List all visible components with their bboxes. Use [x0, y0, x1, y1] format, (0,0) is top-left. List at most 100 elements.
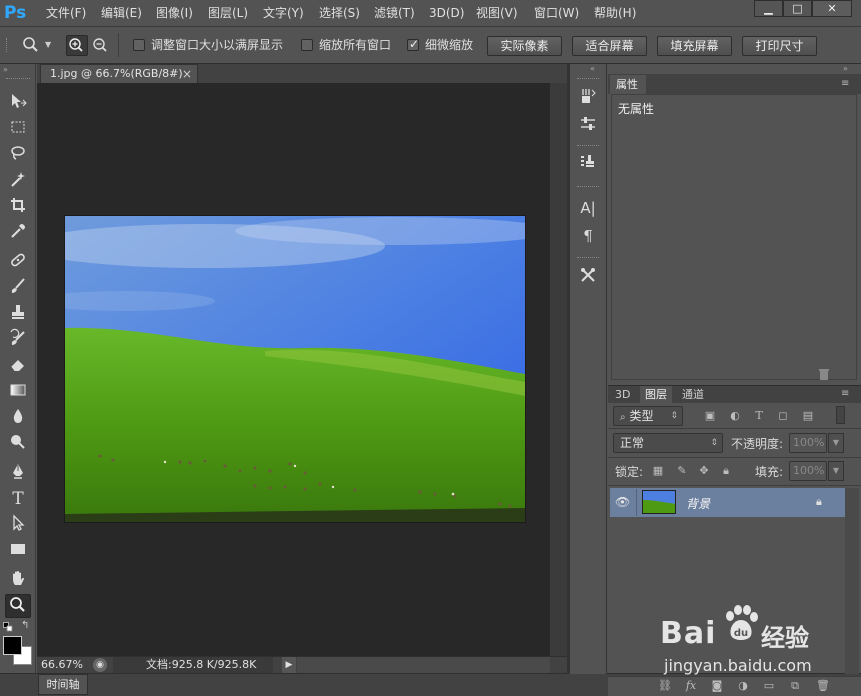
- document-tab[interactable]: 1.jpg @ 66.7%(RGB/8#) ×: [40, 64, 198, 83]
- status-share-icon[interactable]: ◉: [93, 658, 107, 672]
- menu-file[interactable]: 文件(F): [46, 4, 86, 23]
- zoom-in-icon[interactable]: [66, 35, 88, 56]
- history-brush-tool-icon[interactable]: [5, 328, 31, 352]
- zoom-tool-preset-icon[interactable]: [20, 35, 42, 55]
- link-layers-icon[interactable]: ⛓︎: [658, 679, 672, 693]
- marquee-tool-icon[interactable]: [5, 117, 31, 141]
- filter-adjustment-icon[interactable]: ◐: [728, 409, 742, 423]
- healing-brush-tool-icon[interactable]: [5, 250, 31, 274]
- collapse-panels-icon[interactable]: »: [843, 64, 859, 73]
- eraser-tool-icon[interactable]: [5, 354, 31, 378]
- type-tool-icon[interactable]: T: [5, 487, 31, 511]
- fill-screen-button[interactable]: 填充屏幕: [657, 36, 732, 56]
- magic-wand-tool-icon[interactable]: [5, 169, 31, 193]
- menu-layer[interactable]: 图层(L): [208, 4, 248, 23]
- swap-colors-icon[interactable]: ↰: [21, 620, 33, 632]
- add-mask-icon[interactable]: ◙: [710, 679, 724, 693]
- tab-3d[interactable]: 3D: [610, 386, 635, 403]
- collapse-dock-icon[interactable]: «: [590, 64, 606, 73]
- fit-screen-button[interactable]: 适合屏幕: [572, 36, 647, 56]
- menu-image[interactable]: 图像(I): [156, 4, 193, 23]
- collapse-toolbox-icon[interactable]: »: [3, 66, 33, 74]
- adjustments-panel-icon[interactable]: [574, 114, 602, 138]
- status-menu-arrow-icon[interactable]: ▶: [282, 657, 296, 673]
- menu-help[interactable]: 帮助(H): [594, 4, 636, 23]
- maximize-button[interactable]: □: [783, 0, 812, 17]
- timeline-tab[interactable]: 时间轴: [38, 674, 88, 695]
- close-tab-icon[interactable]: ×: [182, 65, 192, 83]
- eyedropper-tool-icon[interactable]: [5, 221, 31, 245]
- visibility-eye-icon[interactable]: 👁︎: [615, 495, 633, 509]
- menu-3d[interactable]: 3D(D): [429, 4, 464, 23]
- menu-select[interactable]: 选择(S): [319, 4, 360, 23]
- gradient-tool-icon[interactable]: [5, 380, 31, 404]
- scrubby-zoom-checkbox[interactable]: ✓: [407, 37, 419, 51]
- vertical-scrollbar[interactable]: [550, 83, 567, 656]
- minimize-button[interactable]: ▁: [754, 0, 783, 17]
- close-button[interactable]: ✕: [812, 0, 852, 17]
- lock-all-icon[interactable]: 🔒︎: [719, 464, 733, 478]
- filter-pixel-icon[interactable]: ▣: [703, 409, 717, 423]
- delete-layer-trash-icon[interactable]: 🗑︎: [816, 679, 830, 693]
- preset-dropdown-icon[interactable]: ▼: [45, 41, 53, 49]
- pen-tool-icon[interactable]: [5, 461, 31, 485]
- no-properties-label: 无属性: [618, 102, 655, 116]
- new-group-folder-icon[interactable]: ▭: [762, 679, 776, 693]
- path-selection-tool-icon[interactable]: [5, 513, 31, 537]
- fill-dropdown-icon[interactable]: ▼: [828, 461, 844, 481]
- menu-edit[interactable]: 编辑(E): [101, 4, 142, 23]
- menu-filter[interactable]: 滤镜(T): [374, 4, 415, 23]
- move-tool-icon[interactable]: [5, 91, 31, 115]
- foreground-color-swatch[interactable]: [3, 636, 22, 655]
- layer-filter-select[interactable]: ⌕ 类型 ⇕: [613, 406, 683, 426]
- actual-pixels-button[interactable]: 实际像素: [487, 36, 562, 56]
- menu-window[interactable]: 窗口(W): [534, 4, 579, 23]
- resize-windows-checkbox[interactable]: [133, 39, 145, 51]
- filter-smart-object-icon[interactable]: ▤: [801, 409, 815, 423]
- properties-trash-icon[interactable]: [817, 367, 831, 381]
- layer-style-fx-icon[interactable]: fx: [684, 679, 698, 693]
- filter-shape-icon[interactable]: ◻: [776, 409, 790, 423]
- properties-tab[interactable]: 属性: [610, 75, 646, 94]
- clone-source-panel-icon[interactable]: [574, 152, 602, 176]
- tab-channels[interactable]: 通道: [677, 386, 709, 403]
- menu-view[interactable]: 视图(V): [476, 4, 518, 23]
- opacity-input[interactable]: 100%: [789, 433, 827, 453]
- new-adjustment-layer-icon[interactable]: ◑: [736, 679, 750, 693]
- properties-menu-icon[interactable]: ≡: [841, 78, 857, 90]
- character-panel-icon[interactable]: A|: [574, 196, 602, 220]
- print-size-button[interactable]: 打印尺寸: [742, 36, 817, 56]
- dodge-tool-icon[interactable]: [5, 432, 31, 456]
- layers-menu-icon[interactable]: ≡: [841, 388, 857, 400]
- rectangle-tool-icon[interactable]: [5, 539, 31, 563]
- menu-type[interactable]: 文字(Y): [263, 4, 304, 23]
- filter-toggle-switch[interactable]: [836, 406, 845, 424]
- zoom-tool-icon[interactable]: [5, 594, 31, 618]
- paragraph-panel-icon[interactable]: ¶: [574, 224, 602, 248]
- zoom-out-icon[interactable]: [91, 36, 111, 55]
- lock-position-icon[interactable]: ✥: [697, 464, 711, 478]
- layer-name[interactable]: 背景: [686, 495, 710, 512]
- brush-tool-icon[interactable]: [5, 276, 31, 300]
- lasso-tool-icon[interactable]: [5, 143, 31, 167]
- blur-tool-icon[interactable]: [5, 406, 31, 430]
- document-image[interactable]: [65, 216, 525, 522]
- tab-layers[interactable]: 图层: [640, 386, 672, 403]
- crop-tool-icon[interactable]: [5, 195, 31, 219]
- zoom-all-windows-checkbox[interactable]: [301, 39, 313, 51]
- opacity-dropdown-icon[interactable]: ▼: [828, 433, 844, 453]
- lock-transparent-icon[interactable]: ▦: [651, 464, 665, 478]
- filter-type-icon[interactable]: T: [752, 409, 766, 423]
- tool-presets-panel-icon[interactable]: [574, 265, 602, 289]
- fill-input[interactable]: 100%: [789, 461, 827, 481]
- hand-tool-icon[interactable]: [5, 568, 31, 592]
- horizontal-scrollbar[interactable]: [297, 657, 550, 673]
- default-colors-icon[interactable]: [3, 621, 13, 632]
- blend-mode-select[interactable]: 正常 ⇕: [613, 433, 723, 453]
- new-layer-icon[interactable]: ⧉: [788, 679, 802, 693]
- opacity-label: 不透明度:: [731, 437, 784, 451]
- history-panel-icon[interactable]: [574, 86, 602, 110]
- lock-image-brush-icon[interactable]: ✎: [675, 464, 689, 478]
- clone-stamp-tool-icon[interactable]: [5, 302, 31, 326]
- zoom-level[interactable]: 66.67%: [41, 658, 83, 672]
